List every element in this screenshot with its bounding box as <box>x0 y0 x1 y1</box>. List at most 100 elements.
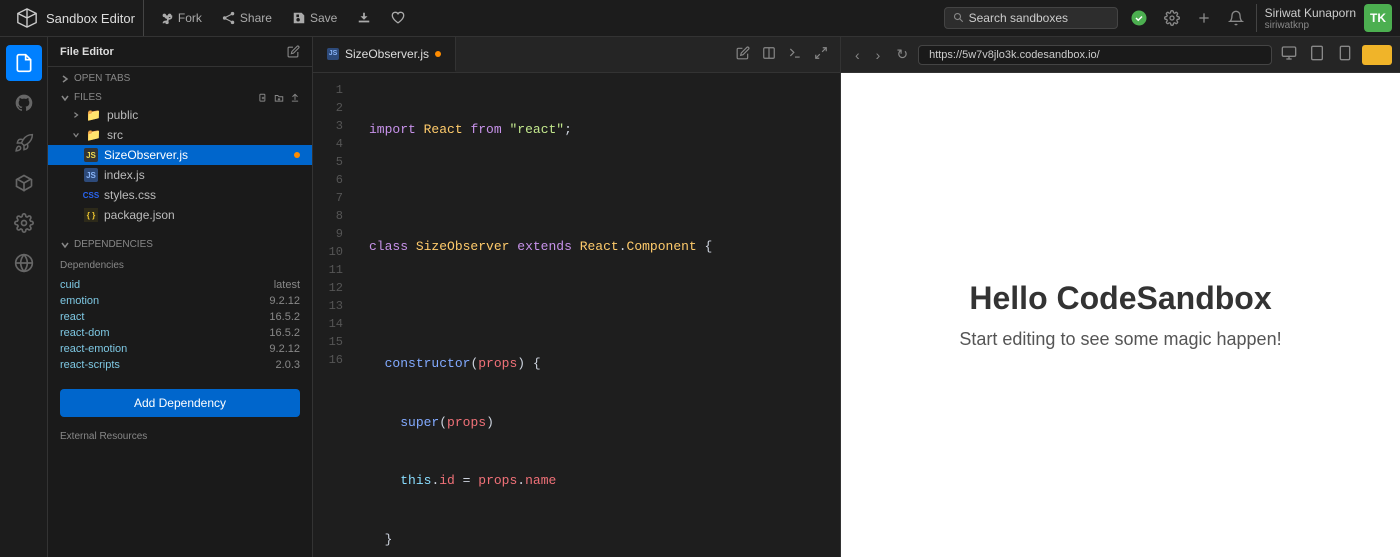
activity-bar <box>0 37 48 557</box>
dep-name-react-scripts[interactable]: react-scripts <box>60 359 120 371</box>
new-folder-icon[interactable] <box>274 93 284 103</box>
preview-panel: ‹ › ↻ <box>840 37 1400 557</box>
box-icon <box>14 173 34 193</box>
save-button[interactable]: Save <box>284 7 345 29</box>
preview-toolbar: ‹ › ↻ <box>841 37 1400 73</box>
dep-name-react-emotion[interactable]: react-emotion <box>60 343 127 355</box>
settings-icon-btn[interactable] <box>1160 6 1184 30</box>
live-icon <box>1130 9 1148 27</box>
logo-icon <box>16 7 38 29</box>
file-item-sizeobserver[interactable]: JS SizeObserver.js <box>48 145 312 165</box>
fork-button[interactable]: Fork <box>152 7 210 29</box>
favorite-button[interactable] <box>383 7 413 29</box>
new-file-icon[interactable] <box>258 93 268 103</box>
sidebar-item-files[interactable] <box>6 45 42 81</box>
tab-sizeobserver[interactable]: JS SizeObserver.js <box>313 37 456 72</box>
line-num-2: 2 <box>313 99 353 117</box>
download-button[interactable] <box>349 7 379 29</box>
sidebar-item-packages[interactable] <box>6 165 42 201</box>
dep-section-title: Dependencies <box>60 260 300 271</box>
editor-area: JS SizeObserver.js <box>313 37 840 557</box>
dep-name-emotion[interactable]: emotion <box>60 295 99 307</box>
search-area[interactable] <box>944 7 1118 29</box>
dep-name-react-dom[interactable]: react-dom <box>60 327 110 339</box>
code-line-8: } <box>369 530 824 550</box>
search-input[interactable] <box>969 11 1109 25</box>
forward-button[interactable]: › <box>870 43 887 67</box>
expand-btn[interactable] <box>810 42 832 67</box>
files-section[interactable]: Files <box>48 86 312 105</box>
fork-icon <box>160 11 174 25</box>
code-line-7: this.id = props.name <box>369 471 824 491</box>
dep-version-emotion: 9.2.12 <box>269 295 300 307</box>
back-button[interactable]: ‹ <box>849 43 866 67</box>
github-icon <box>14 93 34 113</box>
file-name-styles: styles.css <box>104 188 156 202</box>
code-line-2 <box>369 179 824 199</box>
line-num-13: 13 <box>313 297 353 315</box>
modified-dot-sizeobserver <box>294 152 300 158</box>
folder-icon-public: 📁 <box>86 108 101 122</box>
add-icon-btn[interactable] <box>1192 6 1216 30</box>
sidebar-item-github[interactable] <box>6 85 42 121</box>
open-tabs-section[interactable]: Open Tabs <box>48 67 312 86</box>
line-num-3: 3 <box>313 117 353 135</box>
notifications-icon-btn[interactable] <box>1224 6 1248 30</box>
save-label: Save <box>310 11 337 25</box>
dep-name-cuid[interactable]: cuid <box>60 279 80 291</box>
upload-icon[interactable] <box>290 93 300 103</box>
user-avatar[interactable]: TK <box>1364 4 1392 32</box>
share-button[interactable]: Share <box>214 7 280 29</box>
dep-name-react[interactable]: react <box>60 311 84 323</box>
chevron-down-icon <box>60 93 70 103</box>
js-icon-sizeobserver: JS <box>84 148 98 162</box>
sidebar-item-settings[interactable] <box>6 205 42 241</box>
tablet-view-btn[interactable] <box>1304 41 1330 68</box>
search-icon <box>953 12 965 24</box>
dep-react-dom[interactable]: react-dom 16.5.2 <box>60 325 300 341</box>
share-label: Share <box>240 11 272 25</box>
file-item-src[interactable]: 📁 src <box>48 125 312 145</box>
line-num-1: 1 <box>313 81 353 99</box>
dependencies-section[interactable]: Dependencies <box>48 233 312 252</box>
console-btn[interactable] <box>784 42 806 67</box>
code-content[interactable]: import React from "react"; class SizeObs… <box>353 73 840 557</box>
split-editor-btn[interactable] <box>758 42 780 67</box>
add-dependency-button[interactable]: Add Dependency <box>60 389 300 417</box>
app-title: Sandbox Editor <box>46 11 135 26</box>
file-name-package: package.json <box>104 208 175 222</box>
file-item-index[interactable]: JS index.js <box>48 165 312 185</box>
file-item-styles[interactable]: CSS styles.css <box>48 185 312 205</box>
dep-react-emotion[interactable]: react-emotion 9.2.12 <box>60 341 300 357</box>
preview-url-input[interactable] <box>918 45 1272 65</box>
preview-color-box[interactable] <box>1362 45 1392 65</box>
edit-icon[interactable] <box>287 45 300 58</box>
edit-layout-btn[interactable] <box>732 42 754 67</box>
tab-bar: JS SizeObserver.js <box>313 37 840 73</box>
dep-cuid[interactable]: cuid latest <box>60 277 300 293</box>
save-icon <box>292 11 306 25</box>
mobile-view-btn[interactable] <box>1332 41 1358 68</box>
settings-gear-icon <box>1164 10 1180 26</box>
split-icon <box>762 46 776 60</box>
heart-icon <box>391 11 405 25</box>
refresh-button[interactable]: ↻ <box>890 42 914 67</box>
tab-modified-dot <box>435 51 441 57</box>
open-tabs-label: Open Tabs <box>74 73 130 84</box>
code-editor[interactable]: 1 2 3 4 5 6 7 8 9 10 11 12 13 14 15 16 i… <box>313 73 840 557</box>
file-item-public[interactable]: 📁 public <box>48 105 312 125</box>
dep-react[interactable]: react 16.5.2 <box>60 309 300 325</box>
dep-version-react-emotion: 9.2.12 <box>269 343 300 355</box>
line-num-16: 16 <box>313 351 353 369</box>
sidebar-item-deploy[interactable] <box>6 125 42 161</box>
sidebar-item-globe[interactable] <box>6 245 42 281</box>
user-name: Siriwat Kunaporn <box>1265 6 1356 20</box>
css-icon-styles: CSS <box>84 188 98 202</box>
dep-react-scripts[interactable]: react-scripts 2.0.3 <box>60 357 300 373</box>
dep-emotion[interactable]: emotion 9.2.12 <box>60 293 300 309</box>
tab-label-sizeobserver: SizeObserver.js <box>345 47 429 61</box>
file-item-package[interactable]: { } package.json <box>48 205 312 225</box>
live-icon-btn[interactable] <box>1126 5 1152 31</box>
tablet-icon <box>1309 45 1325 61</box>
desktop-view-btn[interactable] <box>1276 41 1302 68</box>
